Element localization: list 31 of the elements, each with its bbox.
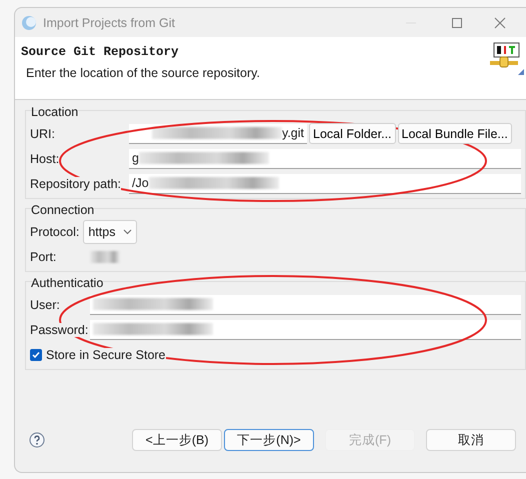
text-field[interactable] bbox=[90, 320, 521, 340]
field-label: Host: bbox=[30, 152, 60, 166]
field-label: Repository path: bbox=[30, 176, 122, 190]
chevron-down-icon bbox=[123, 228, 132, 234]
group-title: Location bbox=[31, 105, 78, 119]
group-title: Authenticatio bbox=[31, 276, 104, 290]
help-icon[interactable] bbox=[29, 432, 45, 448]
browse-button[interactable]: Local Folder... bbox=[309, 123, 396, 144]
page-description: Enter the location of the source repository. bbox=[25, 66, 260, 80]
field-value: y.git bbox=[282, 126, 304, 140]
field-label: Protocol: bbox=[30, 224, 80, 238]
text-field[interactable]: y.git bbox=[129, 124, 307, 144]
checkbox[interactable] bbox=[30, 348, 42, 360]
text-field[interactable]: g bbox=[129, 148, 521, 168]
field-value: g bbox=[132, 151, 139, 165]
window-title: Import Projects from Git bbox=[43, 16, 176, 30]
dialog-button[interactable]: 取消 bbox=[426, 429, 516, 451]
field-label: User: bbox=[30, 298, 60, 312]
page-title: Source Git Repository bbox=[21, 45, 179, 59]
protocol-dropdown[interactable]: https bbox=[83, 220, 138, 244]
field-label: Password: bbox=[30, 322, 88, 336]
field-value: /Jo bbox=[132, 176, 149, 190]
checkbox-label: Store in Secure Store bbox=[46, 348, 166, 362]
browse-button[interactable]: Local Bundle File... bbox=[398, 123, 512, 144]
group-title: Connection bbox=[31, 203, 94, 217]
field-label: URI: bbox=[30, 126, 55, 140]
text-field[interactable] bbox=[90, 294, 521, 314]
dialog-button[interactable]: 下一步(N)> bbox=[224, 429, 314, 451]
field-label: Port: bbox=[30, 250, 56, 264]
text-field[interactable]: /Jo bbox=[129, 174, 521, 194]
dialog-button[interactable]: <上一步(B) bbox=[132, 429, 222, 451]
